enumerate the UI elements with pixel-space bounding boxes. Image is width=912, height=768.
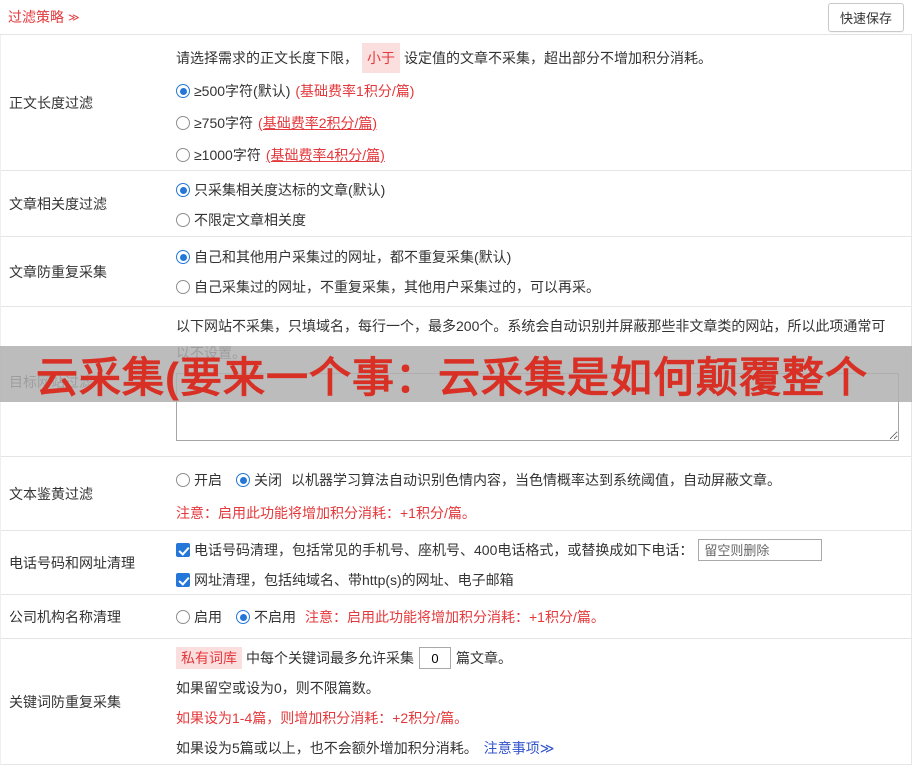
row-company-clean: 公司机构名称清理 启用 不启用 注意：启用此功能将增加积分消耗：+1积分/篇。 <box>1 595 911 639</box>
radio-icon[interactable] <box>236 610 250 624</box>
row-label: 公司机构名称清理 <box>9 608 121 625</box>
max-articles-input[interactable] <box>419 647 451 669</box>
porn-filter-desc: 以机器学习算法自动识别色情内容，当色情概率达到系统阈值，自动屏蔽文章。 <box>291 472 781 488</box>
header-bar: 过滤策略 ≫ 快速保存 <box>0 0 912 35</box>
filter-strategy-page: 过滤策略 ≫ 快速保存 正文长度过滤 请选择需求的正文长度下限， 小于 设定值的文章… <box>0 0 912 768</box>
row-label: 电话号码和网址清理 <box>9 554 135 571</box>
watermark-banner: 云采集(要来一个事：云采集是如何颠覆整个 <box>0 346 912 402</box>
radio-icon[interactable] <box>176 250 190 264</box>
radio-icon[interactable] <box>176 610 190 624</box>
url-clean-option[interactable]: 网址清理，包括纯域名、带http(s)的网址、电子邮箱 <box>176 565 899 594</box>
row-label: 关键词防重复采集 <box>9 693 121 710</box>
radio-icon[interactable] <box>176 183 190 197</box>
page-title-wrap[interactable]: 过滤策略 ≫ <box>8 7 80 27</box>
watermark-text: 云采集(要来一个事：云采集是如何颠覆整个 <box>36 353 868 401</box>
keyword-note-2: 如果设为1-4篇，则增加积分消耗：+2积分/篇。 <box>176 710 469 726</box>
notice-link[interactable]: 注意事项≫ <box>484 738 555 758</box>
radio-icon[interactable] <box>176 84 190 98</box>
row-relevance-filter: 文章相关度过滤 只采集相关度达标的文章(默认) 不限定文章相关度 <box>1 171 911 237</box>
length-option-1000[interactable]: ≥1000字符 (基础费率4积分/篇) <box>176 139 899 170</box>
private-lexicon-chip[interactable]: 私有词库 <box>176 647 242 669</box>
radio-icon[interactable] <box>176 473 190 487</box>
length-option-500[interactable]: ≥500字符(默认) (基础费率1积分/篇) <box>176 75 899 107</box>
radio-icon[interactable] <box>176 116 190 130</box>
radio-icon[interactable] <box>176 213 190 227</box>
quick-save-button[interactable]: 快速保存 <box>827 2 904 32</box>
phone-clean-option[interactable]: 电话号码清理，包括常见的手机号、座机号、400电话格式，或替换成如下电话： <box>176 535 899 565</box>
body-length-intro: 请选择需求的正文长度下限， 小于 设定值的文章不采集，超出部分不增加积分消耗。 <box>176 43 899 73</box>
dedup-option-global[interactable]: 自己和其他用户采集过的网址，都不重复采集(默认) <box>176 242 899 272</box>
radio-icon[interactable] <box>236 473 250 487</box>
radio-icon[interactable] <box>176 148 190 162</box>
checkbox-icon[interactable] <box>176 543 190 557</box>
porn-filter-note: 注意：启用此功能将增加积分消耗：+1积分/篇。 <box>176 505 476 521</box>
porn-option-on[interactable]: 开启 <box>176 470 222 490</box>
row-phone-url-clean: 电话号码和网址清理 电话号码清理，包括常见的手机号、座机号、400电话格式，或替… <box>1 531 911 595</box>
keyword-note-1: 如果留空或设为0，则不限篇数。 <box>176 680 380 696</box>
length-option-750[interactable]: ≥750字符 (基础费率2积分/篇) <box>176 107 899 139</box>
page-title: 过滤策略 <box>8 9 64 25</box>
relevance-option-any[interactable]: 不限定文章相关度 <box>176 205 899 235</box>
row-label: 文本鉴黄过滤 <box>9 485 93 502</box>
radio-icon[interactable] <box>176 280 190 294</box>
row-dedup-collection: 文章防重复采集 自己和其他用户采集过的网址，都不重复采集(默认) 自己采集过的网… <box>1 237 911 307</box>
row-label: 文章防重复采集 <box>9 263 107 280</box>
company-clean-note: 注意：启用此功能将增加积分消耗：+1积分/篇。 <box>305 609 605 625</box>
replacement-phone-input[interactable] <box>698 539 823 561</box>
row-keyword-dedup: 关键词防重复采集 私有词库 中每个关键词最多允许采集 篇文章。 如果留空或设为0… <box>1 639 911 765</box>
row-body-length-filter: 正文长度过滤 请选择需求的正文长度下限， 小于 设定值的文章不采集，超出部分不增加积… <box>1 35 911 171</box>
company-clean-enable[interactable]: 启用 <box>176 607 222 627</box>
row-label: 正文长度过滤 <box>9 94 93 111</box>
row-porn-filter: 文本鉴黄过滤 开启 关闭 以机器学习算法自动识别色情内容，当色情概率达到系统阈值… <box>1 457 911 531</box>
relevance-option-strict[interactable]: 只采集相关度达标的文章(默认) <box>176 175 899 205</box>
dedup-option-self[interactable]: 自己采集过的网址，不重复采集，其他用户采集过的，可以再采。 <box>176 272 899 302</box>
checkbox-icon[interactable] <box>176 573 190 587</box>
keyword-note-3: 如果设为5篇或以上，也不会额外增加积分消耗。 <box>176 740 478 756</box>
row-label: 文章相关度过滤 <box>9 195 107 212</box>
company-clean-disable[interactable]: 不启用 <box>236 607 296 627</box>
chevron-double-icon: ≫ <box>68 11 80 24</box>
highlight-chip: 小于 <box>362 43 400 73</box>
porn-option-off[interactable]: 关闭 <box>236 470 282 490</box>
